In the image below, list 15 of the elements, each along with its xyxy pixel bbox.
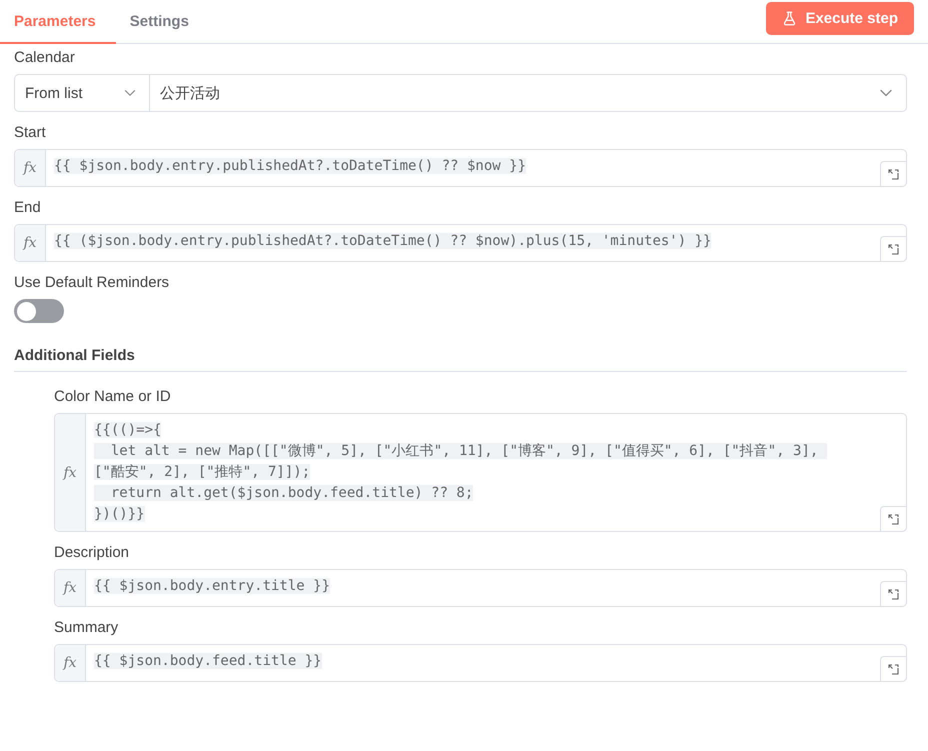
field-label: Start <box>14 124 47 141</box>
toggle-switch[interactable] <box>14 299 64 323</box>
field-label: Description <box>54 544 130 561</box>
flask-icon <box>782 11 798 26</box>
field-label: End <box>14 199 42 216</box>
execute-step-button[interactable]: Execute step <box>766 2 914 35</box>
field-label: Calendar <box>14 49 76 66</box>
mode-dropdown[interactable]: From list <box>15 75 150 111</box>
field-label: Use Default Reminders <box>14 274 170 291</box>
tab[interactable]: Settings <box>116 0 209 44</box>
section-title: Additional Fields <box>14 339 907 372</box>
field-label: Summary <box>54 619 120 636</box>
field-label: Color Name or ID <box>54 388 172 405</box>
tab[interactable]: Parameters <box>0 0 116 44</box>
calendar-dropdown[interactable]: 公开活动 <box>150 75 906 111</box>
